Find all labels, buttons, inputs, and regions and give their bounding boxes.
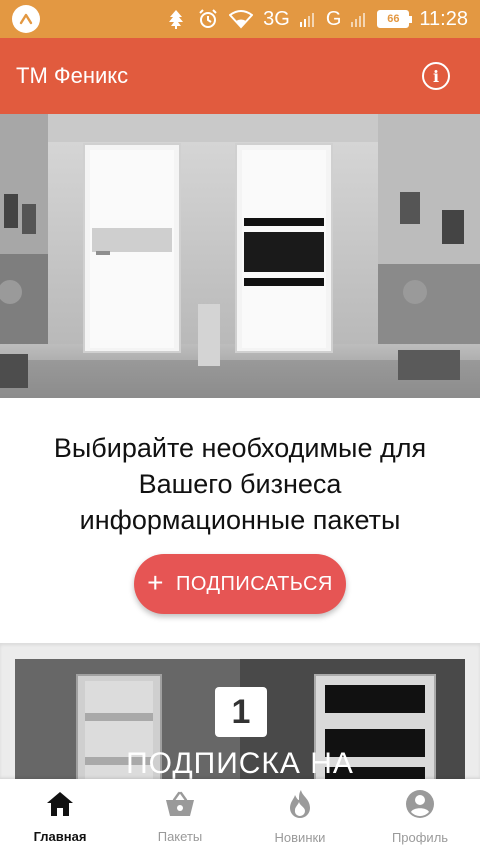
signal-icon: [299, 11, 316, 27]
flame-icon: [288, 789, 312, 824]
intro-text: Выбирайте необходимые для Вашего бизнеса…: [0, 430, 480, 538]
signal-icon: [351, 11, 367, 27]
nav-item-profile[interactable]: Профиль: [360, 779, 480, 854]
wifi-icon: [229, 9, 254, 29]
package-title: ПОДПИСКА НА: [126, 747, 354, 780]
app-bar: ТМ Феникс i: [0, 38, 480, 114]
intro-line: Вашего бизнеса: [138, 469, 342, 499]
intro-line: Выбирайте необходимые для: [53, 433, 427, 463]
profile-icon: [405, 789, 435, 824]
alarm-icon: [197, 8, 219, 30]
nav-label: Пакеты: [157, 828, 203, 844]
nav-label: Профиль: [391, 829, 449, 845]
nav-item-new[interactable]: Новинки: [240, 779, 360, 854]
network-3g-label: 3G: [263, 7, 290, 30]
bottom-nav: Главная Пакеты Новинки Профиль: [0, 779, 480, 854]
hero-image: [0, 114, 480, 398]
nav-item-home[interactable]: Главная: [0, 779, 120, 854]
package-number: 1: [215, 687, 267, 737]
subscribe-label: ПОДПИСАТЬСЯ: [176, 572, 333, 595]
network-g-label: G: [325, 7, 342, 30]
info-icon[interactable]: i: [422, 62, 450, 90]
basket-icon: [164, 790, 196, 823]
home-icon: [45, 790, 75, 823]
app-badge-icon: [12, 5, 40, 33]
intro-line: информационные пакеты: [79, 505, 401, 535]
battery-icon: 66: [377, 10, 413, 28]
tree-icon: [165, 8, 187, 30]
nav-label: Новинки: [274, 829, 326, 845]
plus-icon: +: [147, 566, 164, 598]
package-card[interactable]: 1 ПОДПИСКА НА: [15, 659, 465, 789]
nav-label: Главная: [33, 828, 87, 844]
nav-item-packages[interactable]: Пакеты: [120, 779, 240, 854]
page-title: ТМ Феникс: [16, 63, 129, 88]
subscribe-button[interactable]: + ПОДПИСАТЬСЯ: [134, 554, 346, 614]
clock: 11:28: [419, 7, 468, 30]
status-bar: 3G G 66 11:28: [0, 0, 480, 38]
